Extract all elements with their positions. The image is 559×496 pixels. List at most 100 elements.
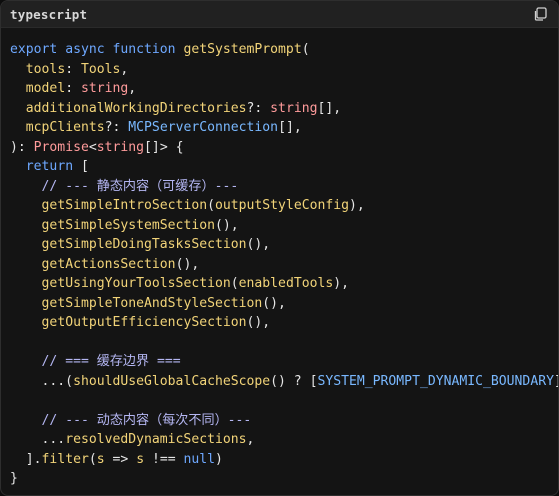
code-token: getSimpleSystemSection: [41, 217, 215, 233]
code-token: outputStyleConfig: [214, 198, 349, 213]
code-line: tools: Tools,: [10, 60, 558, 80]
code-token: function: [112, 42, 184, 57]
code-token: MCPServerConnection: [128, 120, 279, 135]
code-token: tools: [25, 61, 66, 77]
code-line: // --- 动态内容（每次不同）---: [10, 411, 558, 431]
code-token: async: [65, 42, 113, 57]
code-token: ):: [10, 139, 34, 155]
code-token: (: [301, 42, 310, 57]
code-token: ?:: [246, 100, 271, 116]
code-line: mcpClients?: MCPServerConnection[],: [10, 118, 558, 138]
code-token: (),: [214, 217, 239, 233]
code-token: string: [80, 81, 129, 96]
code-token: getUsingYourToolsSection: [41, 276, 231, 291]
code-token: enabledTools: [238, 276, 334, 291]
code-token: export: [10, 42, 66, 57]
code-line: ].filter(s => s !== null): [10, 450, 558, 470]
language-label: typescript: [10, 6, 88, 22]
code-line: getOutputEfficiencySection(),: [10, 313, 558, 333]
code-token: getActionsSection: [41, 256, 176, 272]
code-token: ...: [10, 432, 66, 447]
code-token: // === 缓存边界 ===: [41, 354, 181, 369]
code-token: (),: [175, 256, 200, 272]
code-token: SYSTEM_PROMPT_DYNAMIC_BOUNDARY: [317, 373, 554, 389]
code-token: ),: [349, 198, 365, 213]
code-token: :: [65, 81, 81, 96]
code-token: string: [270, 100, 318, 116]
code-line: // === 缓存边界 ===: [10, 352, 558, 372]
code-token: }: [10, 471, 18, 486]
code-token: ...(: [10, 373, 74, 389]
code-line: return [: [10, 157, 558, 177]
code-token: []> {: [144, 139, 184, 155]
code-content: export async function getSystemPrompt( t…: [1, 28, 558, 489]
code-token: getSimpleDoingTasksSection: [41, 237, 247, 252]
code-token: ] : []),: [554, 374, 558, 389]
code-token: [],: [278, 120, 302, 135]
code-token: filter: [41, 451, 89, 467]
code-line: getSimpleSystemSection(),: [10, 216, 558, 236]
code-token: () ? [: [270, 373, 318, 389]
code-line: getUsingYourToolsSection(enabledTools),: [10, 274, 558, 294]
code-token: ),: [333, 276, 350, 291]
code-line: getSimpleToneAndStyleSection(),: [10, 294, 558, 314]
code-token: (: [207, 198, 215, 213]
code-line: }: [10, 469, 558, 489]
code-token: mcpClients: [25, 120, 105, 135]
code-token: (),: [246, 315, 271, 330]
code-line: export async function getSystemPrompt(: [10, 40, 558, 60]
code-block: typescript export async function getSyst…: [0, 0, 559, 496]
code-line: getSimpleDoingTasksSection(),: [10, 235, 558, 255]
code-token: resolvedDynamicSections: [65, 432, 247, 447]
code-token: // --- 静态内容（可缓存）---: [41, 178, 239, 194]
code-token: ,: [128, 81, 137, 96]
code-token: [],: [317, 100, 342, 116]
code-token: <: [88, 139, 97, 155]
code-token: string: [96, 139, 145, 155]
code-line: getActionsSection(),: [10, 255, 558, 275]
code-token: additionalWorkingDirectories: [25, 100, 247, 116]
code-token: [: [80, 159, 89, 174]
code-token: getSimpleToneAndStyleSection: [41, 295, 263, 311]
copy-icon: [534, 7, 547, 21]
code-token: model: [25, 81, 66, 96]
code-line: ...(shouldUseGlobalCacheScope() ? [SYSTE…: [10, 372, 558, 392]
code-token: (),: [246, 237, 271, 252]
code-line: model: string,: [10, 79, 558, 99]
copy-button[interactable]: [531, 5, 549, 23]
code-token: (: [230, 276, 239, 291]
code-token: ].: [10, 451, 42, 467]
code-token: getSimpleIntroSection: [41, 198, 208, 213]
code-token: :: [65, 61, 81, 77]
code-token: return: [25, 159, 81, 174]
code-token: getSystemPrompt: [183, 42, 302, 57]
code-token: // --- 动态内容（每次不同）---: [41, 412, 252, 428]
code-token: =>: [104, 451, 137, 467]
code-token: ,: [120, 61, 129, 77]
code-token: ?:: [104, 120, 129, 135]
code-token: ): [215, 451, 223, 467]
code-token: Promise: [33, 139, 89, 155]
code-token: (: [88, 451, 97, 467]
code-token: Tools: [80, 61, 121, 77]
code-line: additionalWorkingDirectories?: string[],: [10, 99, 558, 119]
code-token: s: [96, 451, 105, 467]
code-line: ): Promise<string[]> {: [10, 138, 558, 158]
code-line: ...resolvedDynamicSections,: [10, 430, 558, 450]
code-token: ,: [246, 432, 255, 447]
code-line: // --- 静态内容（可缓存）---: [10, 177, 558, 197]
